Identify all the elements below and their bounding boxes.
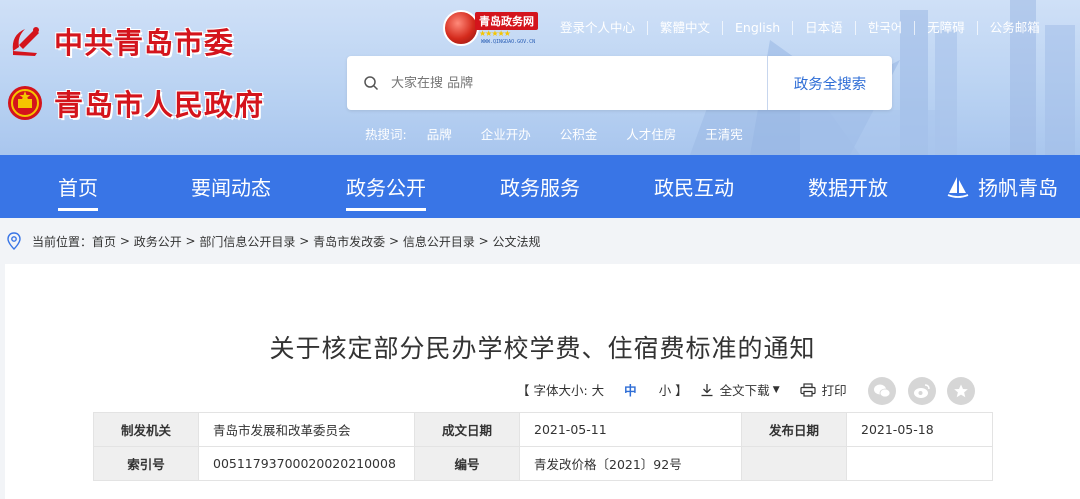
hot-search-words: 热搜词: 品牌 企业开办 公积金 人才住房 王清宪: [365, 124, 772, 143]
link-official-mailbox[interactable]: 公务邮箱: [978, 21, 1052, 35]
party-emblem-icon: [4, 20, 46, 62]
font-size-medium[interactable]: 中: [624, 383, 637, 398]
national-emblem-icon: [4, 82, 46, 124]
hot-word[interactable]: 人才住房: [626, 124, 676, 143]
link-accessibility[interactable]: 无障碍: [915, 21, 978, 35]
breadcrumb-separator: >: [181, 234, 200, 248]
site-header: 中共青岛市委 青岛市人民政府 青岛政务网 ★★★★★ WWW.QINGDAO.G…: [0, 0, 1080, 155]
meta-key: 发布日期: [741, 412, 847, 447]
download-label: 全文下载: [719, 383, 770, 398]
share-weibo-button[interactable]: [908, 377, 936, 405]
party-committee-logo[interactable]: 中共青岛市委: [4, 20, 234, 62]
search-icon: [364, 76, 379, 91]
wechat-icon: [874, 384, 891, 398]
hot-word[interactable]: 王清宪: [705, 124, 743, 143]
meta-value: 青岛市发展和改革委员会: [198, 412, 415, 447]
search-box: 政务全搜索: [347, 56, 892, 110]
breadcrumb-label: 当前位置：: [32, 234, 93, 249]
download-button[interactable]: 全文下载 ▼: [700, 380, 780, 399]
link-english[interactable]: English: [723, 21, 794, 35]
download-icon: [701, 383, 713, 396]
print-label: 打印: [821, 383, 847, 398]
link-korean[interactable]: 한국어: [856, 21, 916, 35]
star-icon: [954, 384, 968, 398]
breadcrumb-item[interactable]: 政务公开: [134, 233, 182, 250]
nav-yangfan-qingdao[interactable]: 扬帆青岛: [946, 155, 1058, 218]
hot-word[interactable]: 品牌: [427, 124, 452, 143]
breadcrumb: 当前位置： 首页 > 政务公开 > 部门信息公开目录 > 青岛市发改委 > 信息…: [0, 218, 1080, 264]
hot-word[interactable]: 企业开办: [481, 124, 531, 143]
nav-interaction[interactable]: 政民互动: [654, 155, 734, 218]
nav-open-data[interactable]: 数据开放: [808, 155, 888, 218]
party-committee-name: 中共青岛市委: [54, 26, 235, 60]
nav-news[interactable]: 要闻动态: [191, 155, 271, 218]
link-traditional-chinese[interactable]: 繁體中文: [648, 21, 724, 35]
share-wechat-button[interactable]: [868, 377, 896, 405]
portal-name: 青岛政务网: [475, 12, 538, 30]
meta-value: 2021-05-18: [846, 412, 993, 447]
location-pin-icon: [7, 232, 21, 250]
government-logo[interactable]: 青岛市人民政府: [4, 82, 264, 124]
article-content: 关于核定部分民办学校学费、住宿费标准的通知 【 字体大小: 大 中 小 】 全文下载…: [5, 264, 1080, 499]
hot-search-label: 热搜词:: [365, 127, 407, 142]
nav-home[interactable]: 首页: [58, 155, 98, 218]
document-meta-table: 制发机关 青岛市发展和改革委员会 成文日期 2021-05-11 发布日期 20…: [93, 412, 993, 481]
article-tools: 【 字体大小: 大 中 小 】 全文下载 ▼ 打印: [517, 380, 847, 399]
meta-key: 索引号: [93, 446, 199, 481]
breadcrumb-item[interactable]: 青岛市发改委: [313, 233, 385, 250]
government-name: 青岛市人民政府: [54, 88, 265, 122]
table-row: 索引号 00511793700020020210008 编号 青发改价格〔202…: [93, 446, 993, 481]
breadcrumb-item[interactable]: 公文法规: [493, 233, 541, 250]
nav-government-services[interactable]: 政务服务: [500, 155, 580, 218]
globe-icon: [443, 10, 479, 46]
search-button[interactable]: 政务全搜索: [767, 56, 892, 110]
breadcrumb-separator: >: [295, 234, 314, 248]
meta-value: 青发改价格〔2021〕92号: [519, 446, 742, 481]
article-title: 关于核定部分民办学校学费、住宿费标准的通知: [269, 334, 816, 363]
nav-government-affairs[interactable]: 政务公开: [346, 155, 426, 218]
top-links: 登录个人中心 繁體中文 English 日本语 한국어 无障碍 公务邮箱: [548, 18, 1052, 38]
breadcrumb-separator: >: [385, 234, 403, 248]
breadcrumb-separator: >: [474, 234, 493, 248]
meta-key: 成文日期: [414, 412, 520, 447]
breadcrumb-item[interactable]: 信息公开目录: [403, 233, 475, 250]
font-size-large[interactable]: 【 字体大小: 大: [517, 383, 604, 398]
breadcrumb-separator: >: [116, 234, 134, 248]
link-login[interactable]: 登录个人中心: [548, 21, 649, 35]
meta-value: 2021-05-11: [519, 412, 742, 447]
breadcrumb-item[interactable]: 首页: [92, 233, 116, 250]
meta-value: 00511793700020020210008: [198, 446, 415, 481]
breadcrumb-item[interactable]: 部门信息公开目录: [199, 233, 295, 250]
meta-key: 编号: [414, 446, 520, 481]
main-nav: 首页 要闻动态 政务公开 政务服务 政民互动 数据开放 扬帆青岛: [0, 155, 1080, 218]
table-row: 制发机关 青岛市发展和改革委员会 成文日期 2021-05-11 发布日期 20…: [93, 412, 993, 447]
favorite-button[interactable]: [947, 377, 975, 405]
print-button[interactable]: 打印: [800, 380, 847, 399]
caret-down-icon: ▼: [772, 384, 780, 395]
weibo-icon: [914, 384, 930, 398]
font-size-small[interactable]: 小 】: [659, 383, 688, 398]
stars-icon: ★★★★★: [479, 29, 511, 38]
printer-icon: [800, 382, 816, 397]
search-input[interactable]: [391, 75, 751, 91]
sail-icon: [947, 176, 969, 198]
meta-key: 制发机关: [93, 412, 199, 447]
qingdao-portal-logo[interactable]: 青岛政务网 ★★★★★ WWW.QINGDAO.GOV.CN: [443, 8, 543, 48]
nav-yangfan-label: 扬帆青岛: [978, 176, 1058, 200]
meta-value: [846, 446, 993, 481]
link-japanese[interactable]: 日本语: [793, 21, 856, 35]
portal-url: WWW.QINGDAO.GOV.CN: [481, 39, 536, 45]
font-size-control: 【 字体大小: 大 中 小 】: [517, 380, 688, 399]
meta-key: [741, 446, 847, 481]
hot-word[interactable]: 公积金: [560, 124, 598, 143]
